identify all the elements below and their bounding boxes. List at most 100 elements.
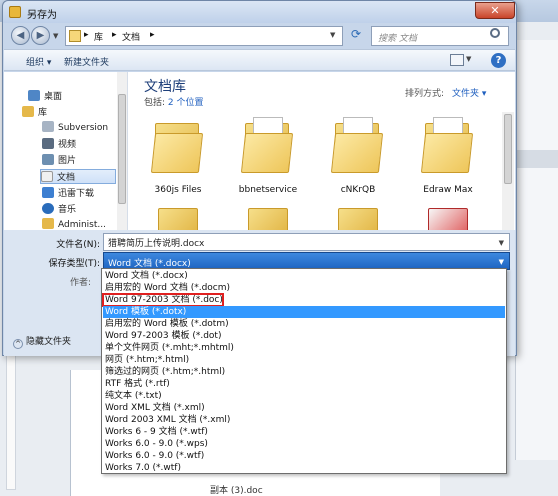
browser-area: 桌面 库 Subversion 视频 图片 文档 迅雷下载 音乐 Adminis… [4, 72, 515, 234]
filetype-option[interactable]: 筛选过的网页 (*.htm;*.html) [103, 366, 505, 378]
library-icon [69, 30, 81, 42]
breadcrumb-separator[interactable]: ▸ [150, 30, 155, 40]
dialog-titlebar: 另存为 ✕ [3, 1, 516, 23]
breadcrumb-libraries[interactable]: 库 [94, 30, 103, 43]
filetype-dropdown-icon[interactable]: ▼ [499, 258, 504, 266]
subversion-icon [42, 121, 54, 132]
background-file-item: 副本 (3).doc [210, 486, 263, 496]
breadcrumb-separator[interactable]: ▸ [112, 30, 117, 40]
breadcrumb-separator[interactable]: ▸ [84, 30, 89, 40]
filetype-option[interactable]: 单个文件网页 (*.mht;*.mhtml) [103, 342, 505, 354]
library-title: 文档库 [144, 79, 186, 95]
folder-item[interactable] [329, 117, 385, 177]
search-input[interactable]: 搜索 文档 [371, 26, 509, 46]
filetype-option[interactable]: Word 文档 (*.docx) [103, 270, 505, 282]
nav-item-pictures[interactable]: 图片 [42, 153, 76, 168]
folder-label[interactable]: bbnetservice [218, 185, 318, 195]
filetype-option[interactable]: Word 2003 XML 文档 (*.xml) [103, 414, 505, 426]
filetype-option[interactable]: Word XML 文档 (*.xml) [103, 402, 505, 414]
folder-icon [420, 133, 474, 173]
library-icon [22, 106, 34, 117]
music-icon [42, 203, 54, 214]
filetype-option[interactable]: 启用宏的 Word 模板 (*.dotm) [103, 318, 505, 330]
filetype-option[interactable]: Works 6.0 - 9.0 (*.wtf) [103, 450, 505, 462]
address-bar[interactable]: ▸ 库 ▸ 文档 ▸ ▼ [65, 26, 343, 46]
pdf-folder-item[interactable] [422, 202, 468, 234]
background-side-panel [515, 40, 558, 460]
breadcrumb-documents[interactable]: 文档 [122, 30, 140, 43]
nav-scroll-thumb[interactable] [118, 94, 126, 204]
folder-item[interactable] [332, 202, 378, 234]
dialog-title: 另存为 [27, 10, 57, 21]
filetype-option-highlighted[interactable]: Word 97-2003 文档 (*.doc) [102, 293, 224, 307]
nav-item-administrator[interactable]: Administ... [42, 218, 106, 230]
background-ruler [6, 350, 16, 490]
help-icon[interactable]: ? [491, 53, 506, 68]
folder-label[interactable]: Edraw Max [398, 185, 498, 195]
library-includes: 包括: 2 个位置 [144, 98, 204, 108]
arrange-by-label: 排列方式: [405, 89, 445, 99]
search-icon[interactable] [490, 28, 500, 38]
arrange-by-dropdown[interactable]: 文件夹 ▾ [452, 86, 486, 99]
folder-icon [330, 133, 384, 173]
nav-item-desktop[interactable]: 桌面 [28, 89, 62, 104]
thunder-icon [42, 187, 54, 198]
nav-item-documents[interactable]: 文档 [40, 169, 116, 184]
main-scrollbar[interactable] [502, 112, 514, 230]
filetype-option[interactable]: 纯文本 (*.txt) [103, 390, 505, 402]
authors-label: 作者: [70, 278, 92, 288]
back-button[interactable]: ◀ [11, 26, 30, 45]
video-icon [42, 138, 54, 149]
filetype-option[interactable]: Works 6.0 - 9.0 (*.wps) [103, 438, 505, 450]
folder-icon [240, 133, 294, 173]
address-dropdown-icon[interactable]: ▼ [330, 31, 335, 39]
folder-item[interactable] [152, 202, 198, 234]
filetype-option[interactable]: Works 7.0 (*.wtf) [103, 462, 505, 474]
nav-item-subversion[interactable]: Subversion [42, 121, 108, 136]
folder-item[interactable] [149, 117, 205, 177]
close-button[interactable]: ✕ [475, 2, 515, 19]
filename-label: 文件名(N): [56, 240, 100, 250]
navigation-pane: 桌面 库 Subversion 视频 图片 文档 迅雷下载 音乐 Adminis… [4, 72, 128, 230]
command-toolbar: 组织 ▾ 新建文件夹 ▼ ? [4, 49, 515, 71]
refresh-icon[interactable]: ⟳ [347, 27, 365, 45]
nav-item-thunder-downloads[interactable]: 迅雷下载 [42, 186, 94, 201]
user-folder-icon [42, 218, 54, 229]
document-icon [41, 171, 53, 182]
nav-item-libraries[interactable]: 库 [22, 105, 47, 120]
locations-link[interactable]: 2 个位置 [168, 98, 204, 108]
new-folder-button[interactable]: 新建文件夹 [64, 55, 109, 68]
view-options-icon[interactable] [450, 54, 464, 66]
folder-icon [150, 133, 204, 173]
filetype-option[interactable]: Word 97-2003 模板 (*.dot) [103, 330, 505, 342]
nav-scrollbar[interactable] [117, 72, 127, 230]
filetype-dropdown-list: Word 文档 (*.docx) 启用宏的 Word 文档 (*.docm) W… [101, 268, 507, 474]
forward-button[interactable]: ▶ [31, 26, 50, 45]
filename-input[interactable]: 猎聘简历上传说明.docx ▼ [103, 233, 510, 251]
filename-dropdown-icon[interactable]: ▼ [499, 239, 504, 247]
organize-menu[interactable]: 组织 ▾ [26, 55, 51, 68]
collapse-icon: ^ [13, 339, 23, 349]
filetype-option[interactable]: RTF 格式 (*.rtf) [103, 378, 505, 390]
folder-item[interactable] [419, 117, 475, 177]
filename-value: 猎聘简历上传说明.docx [108, 239, 205, 249]
nav-item-music[interactable]: 音乐 [42, 202, 76, 217]
folder-label[interactable]: 360js Files [128, 185, 228, 195]
picture-icon [42, 154, 54, 165]
filetype-option[interactable]: 启用宏的 Word 文档 (*.docm) [103, 282, 505, 294]
filetype-option[interactable]: Works 6 - 9 文档 (*.wtf) [103, 426, 505, 438]
main-scroll-thumb[interactable] [504, 114, 512, 184]
hide-folders-toggle[interactable]: ^ 隐藏文件夹 [13, 334, 71, 349]
background-ruler-block [515, 150, 558, 168]
folder-label[interactable]: cNKrQB [308, 185, 408, 195]
desktop-icon [28, 90, 40, 101]
nav-item-videos[interactable]: 视频 [42, 137, 76, 152]
address-row: ◀ ▶ ▼ ▸ 库 ▸ 文档 ▸ ▼ ⟳ 搜索 文档 [3, 23, 516, 49]
history-dropdown-icon[interactable]: ▼ [53, 32, 58, 40]
filetype-option-selected[interactable]: Word 模板 (*.dotx) [103, 306, 505, 318]
folder-item[interactable] [242, 202, 288, 234]
folder-item[interactable] [239, 117, 295, 177]
library-header: 文档库 包括: 2 个位置 排列方式: 文件夹 ▾ [140, 72, 510, 112]
filetype-option[interactable]: 网页 (*.htm;*.html) [103, 354, 505, 366]
view-dropdown-icon[interactable]: ▼ [466, 55, 471, 63]
